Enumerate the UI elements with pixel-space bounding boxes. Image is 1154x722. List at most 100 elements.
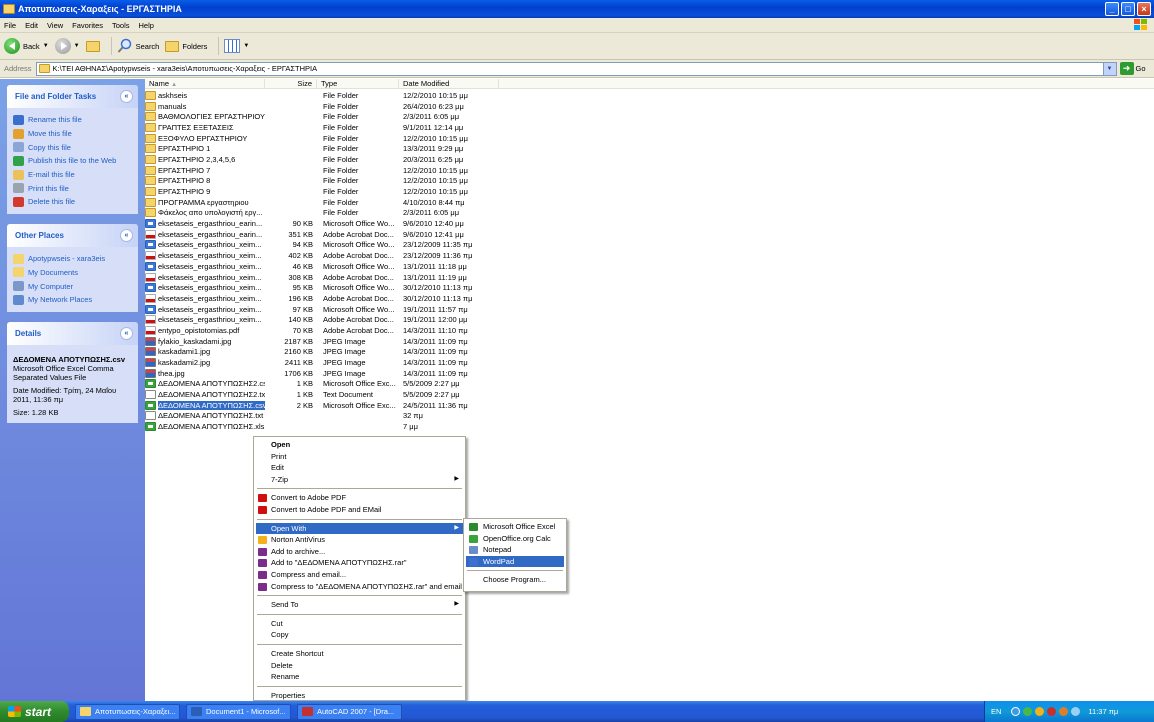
file-row[interactable]: ΕΡΓΑΣΤΗΡΙΟ 9 File Folder 12/2/2010 10:15 μ… xyxy=(145,186,1154,197)
antivirus-tray-icon[interactable] xyxy=(1047,707,1057,716)
views-button[interactable]: ▼ xyxy=(224,39,249,53)
collapse-icon[interactable]: « xyxy=(120,326,133,340)
menu-item-wordpad[interactable]: WordPad xyxy=(466,555,564,568)
file-row[interactable]: ΕΡΓΑΣΤΗΡΙΟ 7 File Folder 12/2/2010 10:15 μ… xyxy=(145,165,1154,176)
place-link[interactable]: My Network Places xyxy=(13,293,134,307)
volume-tray-icon[interactable] xyxy=(1071,707,1081,716)
menu-edit[interactable]: Edit xyxy=(25,21,38,30)
address-input[interactable]: K:\ΤΕΙ ΑΘΗΝΑΣ\Apotypwseis - xara3eis\Απο… xyxy=(35,61,1117,76)
place-link[interactable]: My Documents xyxy=(13,266,134,280)
file-row[interactable]: eksetaseis_ergasthriou_xeim... 95 KB Micro… xyxy=(145,282,1154,293)
column-header-size[interactable]: Size xyxy=(265,78,317,89)
menu-item-norton-antivirus[interactable]: Norton AntiVirus xyxy=(256,534,463,546)
task-link[interactable]: Publish this file to the Web xyxy=(13,154,134,168)
menu-item-print[interactable]: Print xyxy=(256,451,463,463)
menu-item-add-to-rar[interactable]: Add to "ΔΕΔΟΜΕΝΑ ΑΠΟΤΥΠΩΣΗΣ.rar" xyxy=(256,557,463,569)
file-row[interactable]: ΓΡΑΠΤΕΣ ΕΞΕΤΑΣΕΙΣ File Folder 9/1/2011 12:… xyxy=(145,122,1154,133)
menu-view[interactable]: View xyxy=(47,21,63,30)
go-button[interactable]: ➜ Go xyxy=(1119,62,1146,75)
file-row[interactable]: ΕΡΓΑΣΤΗΡΙΟ 2,3,4,5,6 File Folder 20/3/2011… xyxy=(145,154,1154,165)
menu-tools[interactable]: Tools xyxy=(112,21,130,30)
file-row[interactable]: ΠΡΟΓΡΑΜΜΑ εργαστηριου File Folder 4/10/201… xyxy=(145,197,1154,208)
start-button[interactable]: start xyxy=(0,701,69,722)
back-button[interactable]: Back ▼ xyxy=(4,38,49,54)
search-button[interactable]: Search xyxy=(117,38,159,54)
column-header-date[interactable]: Date Modified xyxy=(399,78,499,89)
file-row[interactable]: ΕΞΟΦΥΛΟ ΕΡΓΑΣΤΗΡΙΟΥ File Folder 12/2/2010 … xyxy=(145,133,1154,144)
menu-item-compress-and-email[interactable]: Compress and email... xyxy=(256,569,463,581)
column-header-type[interactable]: Type xyxy=(317,78,399,89)
chevron-down-icon[interactable]: ▼ xyxy=(1102,62,1116,75)
task-link[interactable]: Delete this file xyxy=(13,195,134,209)
file-row[interactable]: eksetaseis_ergasthriou_xeim... 140 KB Adob… xyxy=(145,314,1154,325)
menu-item-copy[interactable]: Copy xyxy=(256,629,463,641)
menu-item-open[interactable]: Open xyxy=(256,439,463,451)
file-row[interactable]: thea.jpg 1706 KB JPEG Image 14/3/2011 11:09… xyxy=(145,368,1154,379)
place-link[interactable]: Apotypwseis - xara3eis xyxy=(13,252,134,266)
panel-header[interactable]: Other Places « xyxy=(7,223,138,247)
menu-item-convert-to-adobe-pdf[interactable]: Convert to Adobe PDF xyxy=(256,492,463,504)
close-button[interactable]: × xyxy=(1137,2,1151,16)
menu-favorites[interactable]: Favorites xyxy=(72,21,103,30)
file-row[interactable]: eksetaseis_ergasthriou_xeim... 402 KB Adob… xyxy=(145,250,1154,261)
task-link[interactable]: Rename this file xyxy=(13,113,134,127)
file-row[interactable]: kaskadami1.jpg 2160 KB JPEG Image 14/3/2011… xyxy=(145,347,1154,358)
clock[interactable]: 11:37 πμ xyxy=(1088,707,1118,716)
file-row[interactable]: ΔΕΔΟΜΕΝΑ ΑΠΟΤΥΠΩΣΗΣ2.txt 1 KB Text Documen… xyxy=(145,389,1154,400)
menu-item-delete[interactable]: Delete xyxy=(256,660,463,672)
taskbar-button[interactable]: Αποτυπωσεις-Χαραξει... xyxy=(75,703,180,720)
menu-item-create-shortcut[interactable]: Create Shortcut xyxy=(256,648,463,660)
language-indicator[interactable]: EN xyxy=(991,707,1001,716)
task-link[interactable]: E-mail this file xyxy=(13,168,134,182)
file-row[interactable]: ΕΡΓΑΣΤΗΡΙΟ 1 File Folder 13/3/2011 9:29 μμ xyxy=(145,143,1154,154)
column-header-name[interactable]: Name ▲ xyxy=(145,78,265,89)
file-row[interactable]: entypo_opistotomias.pdf 70 KB Adobe Acroba… xyxy=(145,325,1154,336)
file-row[interactable]: manuals File Folder 26/4/2010 6:23 μμ xyxy=(145,101,1154,112)
task-link[interactable]: Print this file xyxy=(13,181,134,195)
window-title-bar[interactable]: Αποτυπωσεις-Χαραξεις - ΕΡΓΑΣΤΗΡΙΑ _ □ × xyxy=(0,0,1154,18)
collapse-icon[interactable]: « xyxy=(120,90,133,103)
menu-item-add-to-archive[interactable]: Add to archive... xyxy=(256,546,463,558)
security-tray-icon[interactable] xyxy=(1023,707,1033,716)
menu-item-openoffice-org-calc[interactable]: OpenOffice.org Calc xyxy=(466,533,564,545)
menu-file[interactable]: File xyxy=(4,21,16,30)
file-row[interactable]: askhseis File Folder 12/2/2010 10:15 μμ xyxy=(145,90,1154,101)
file-row[interactable]: eksetaseis_ergasthriou_xeim... 94 KB Micro… xyxy=(145,240,1154,251)
panel-header[interactable]: File and Folder Tasks « xyxy=(7,85,138,108)
menu-item-cut[interactable]: Cut xyxy=(256,618,463,630)
file-row[interactable]: ΒΑΘΜΟΛΟΓΙΕΣ ΕΡΓΑΣΤΗΡΙΟΥ File Folder 2/3/20… xyxy=(145,111,1154,122)
panel-header[interactable]: Details « xyxy=(7,321,138,345)
norton-tray-icon[interactable] xyxy=(1035,707,1045,716)
task-link[interactable]: Copy this file xyxy=(13,140,134,154)
file-row[interactable]: eksetaseis_ergasthriou_xeim... 46 KB Micro… xyxy=(145,261,1154,272)
place-link[interactable]: My Computer xyxy=(13,279,134,293)
minimize-button[interactable]: _ xyxy=(1105,2,1119,16)
maximize-button[interactable]: □ xyxy=(1121,2,1135,16)
file-row[interactable]: ΔΕΔΟΜΕΝΑ ΑΠΟΤΥΠΩΣΗΣ2.csv 1 KB Microsoft Of… xyxy=(145,379,1154,390)
menu-item-convert-to-adobe-pdf-and-email[interactable]: Convert to Adobe PDF and EMail xyxy=(256,504,463,516)
file-row[interactable]: eksetaseis_ergasthriou_earin... 90 KB Micr… xyxy=(145,218,1154,229)
menu-item-open-with[interactable]: Open With ▶ xyxy=(256,522,463,535)
task-link[interactable]: Move this file xyxy=(13,127,134,141)
menu-item-edit[interactable]: Edit xyxy=(256,462,463,474)
chevron-down-icon[interactable]: ▼ xyxy=(43,43,49,49)
update-tray-icon[interactable] xyxy=(1059,707,1069,716)
menu-item-choose-program[interactable]: Choose Program... xyxy=(466,574,564,586)
menu-help[interactable]: Help xyxy=(139,21,154,30)
file-row[interactable]: ΕΡΓΑΣΤΗΡΙΟ 8 File Folder 12/2/2010 10:15 μ… xyxy=(145,176,1154,187)
menu-item-microsoft-office-excel[interactable]: Microsoft Office Excel xyxy=(466,521,564,533)
menu-item-7-zip[interactable]: 7-Zip ▶ xyxy=(256,474,463,486)
chevron-down-icon[interactable]: ▼ xyxy=(74,43,80,49)
network-tray-icon[interactable] xyxy=(1011,707,1021,716)
menu-item-properties[interactable]: Properties xyxy=(256,690,463,702)
folders-button[interactable]: Folders xyxy=(165,40,207,52)
file-row[interactable]: eksetaseis_ergasthriou_xeim... 308 KB Adob… xyxy=(145,272,1154,283)
menu-item-notepad[interactable]: Notepad xyxy=(466,544,564,556)
menu-item-rename[interactable]: Rename xyxy=(256,671,463,683)
file-row[interactable]: ΔΕΔΟΜΕΝΑ ΑΠΟΤΥΠΩΣΗΣ.txt 32 πμ xyxy=(145,411,1154,422)
file-row[interactable]: eksetaseis_ergasthriou_earin... 351 KB Ado… xyxy=(145,229,1154,240)
file-row[interactable]: fylakio_kaskadami.jpg 2187 KB JPEG Image 14… xyxy=(145,336,1154,347)
taskbar-button[interactable]: AutoCAD 2007 - [Dra... xyxy=(297,703,402,720)
menu-item-compress-to-rar-and-email[interactable]: Compress to "ΔΕΔΟΜΕΝΑ ΑΠΟΤΥΠΩΣΗΣ.rar" an… xyxy=(256,581,463,593)
menu-item-send-to[interactable]: Send To ▶ xyxy=(256,599,463,611)
